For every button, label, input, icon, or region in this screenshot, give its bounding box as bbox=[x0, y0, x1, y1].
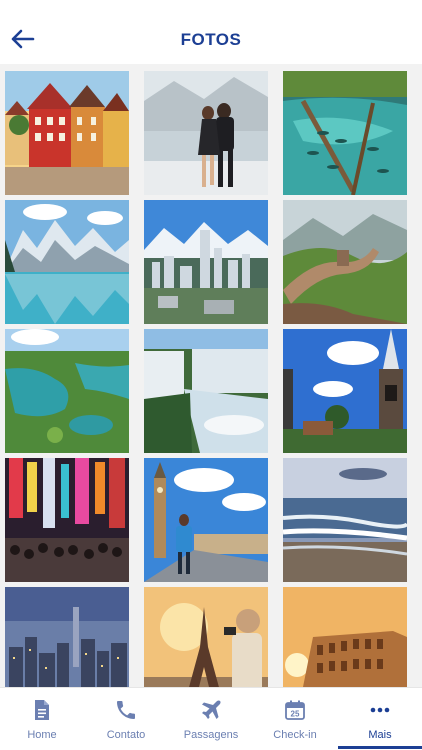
photo-great-wall-green-hills[interactable] bbox=[283, 200, 407, 324]
photo-city-skyline-dusk[interactable] bbox=[5, 587, 129, 687]
tab-home[interactable]: Home bbox=[0, 688, 84, 750]
photo-neon-street-crowd[interactable] bbox=[5, 458, 129, 582]
photo-eiffel-tower-traveler[interactable] bbox=[144, 587, 268, 687]
page-title: FOTOS bbox=[180, 30, 242, 49]
photo-colorful-half-timbered-houses[interactable] bbox=[5, 71, 129, 195]
tab-checkin-label: Check-in bbox=[273, 729, 317, 741]
active-tab-indicator bbox=[338, 746, 422, 749]
tab-home-label: Home bbox=[27, 729, 57, 741]
bottom-tab-bar: Home Contato Passagens 25 Check-in Mais bbox=[0, 687, 422, 750]
tab-contato-label: Contato bbox=[106, 729, 146, 741]
photo-tango-dancers-waterfront[interactable] bbox=[144, 71, 268, 195]
tab-passagens-label: Passagens bbox=[183, 729, 239, 741]
document-icon bbox=[35, 700, 49, 720]
photo-turquoise-river-fish[interactable] bbox=[283, 71, 407, 195]
photo-lagoon-aerial-view[interactable] bbox=[5, 329, 129, 453]
app-header: FOTOS bbox=[0, 0, 422, 64]
tab-checkin[interactable]: 25 Check-in bbox=[253, 688, 337, 750]
tab-passagens[interactable]: Passagens bbox=[169, 688, 253, 750]
tab-mais-label: Mais bbox=[368, 729, 392, 741]
photo-big-ben-traveler[interactable] bbox=[144, 458, 268, 582]
tab-contato[interactable]: Contato bbox=[84, 688, 168, 750]
calendar-day-number: 25 bbox=[291, 710, 300, 719]
airplane-icon bbox=[202, 700, 221, 719]
photo-beach-waves-sunset[interactable] bbox=[283, 458, 407, 582]
more-icon bbox=[370, 707, 390, 713]
photo-gallery[interactable] bbox=[0, 64, 422, 687]
photo-city-skyline-mountains[interactable] bbox=[144, 200, 268, 324]
photo-church-steeple-blue-sky[interactable] bbox=[283, 329, 407, 453]
photo-waterfalls-canyon[interactable] bbox=[144, 329, 268, 453]
calendar-icon: 25 bbox=[285, 700, 305, 720]
photo-mountain-lake-reflection[interactable] bbox=[5, 200, 129, 324]
tab-mais[interactable]: Mais bbox=[338, 688, 422, 750]
photo-colosseum-sunset[interactable] bbox=[283, 587, 407, 687]
phone-icon bbox=[117, 701, 135, 719]
